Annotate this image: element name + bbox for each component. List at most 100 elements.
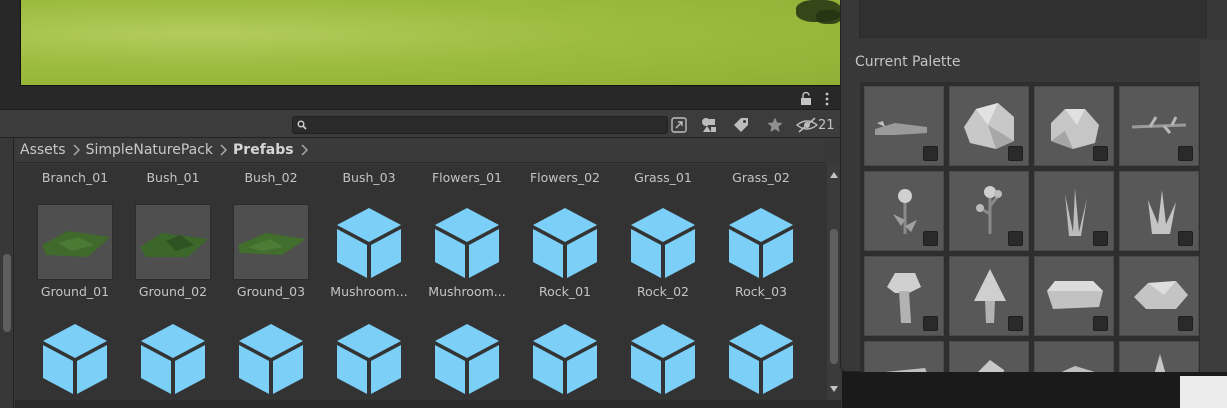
asset-label: Ground_02	[138, 284, 208, 299]
asset-item[interactable]	[516, 322, 614, 396]
asset-label: Mushroom...	[428, 284, 506, 299]
asset-item[interactable]: Ground_02	[124, 204, 222, 299]
asset-label: Branch_01	[41, 170, 109, 185]
palette-item-checkbox[interactable]	[1178, 231, 1193, 246]
scene-ground-plane[interactable]	[20, 0, 841, 86]
folder-tree-panel[interactable]	[0, 138, 14, 408]
asset-item[interactable]: Rock_03	[712, 206, 810, 299]
palette-item-checkbox[interactable]	[1093, 316, 1108, 331]
asset-item[interactable]	[712, 322, 810, 396]
palette-item[interactable]	[864, 341, 944, 372]
asset-item[interactable]: Rock_02	[614, 206, 712, 299]
asset-item[interactable]	[26, 322, 124, 396]
hidden-packages-button[interactable]	[796, 114, 818, 136]
palette-item[interactable]	[1119, 171, 1199, 251]
lock-icon[interactable]	[800, 92, 812, 105]
ground-thumbnail	[37, 204, 113, 280]
folder-tree-scrollbar[interactable]	[3, 254, 11, 332]
breadcrumb-simplenaturepack[interactable]: SimpleNaturePack	[86, 142, 213, 158]
prefab-cube-icon	[337, 208, 401, 278]
asset-label: Rock_02	[636, 284, 690, 299]
background-window-area	[1180, 376, 1227, 408]
palette-item[interactable]	[1034, 86, 1114, 166]
palette-item-checkbox[interactable]	[1093, 231, 1108, 246]
palette-item-checkbox[interactable]	[923, 316, 938, 331]
palette-item[interactable]	[1034, 341, 1114, 372]
asset-item[interactable]: Bush_02	[222, 170, 320, 185]
palette-item[interactable]	[1119, 256, 1199, 336]
ground-thumbnail	[233, 204, 309, 280]
asset-item[interactable]: Mushroom...	[320, 206, 418, 299]
asset-item[interactable]: Bush_03	[320, 170, 418, 185]
breadcrumb-prefabs[interactable]: Prefabs	[233, 142, 294, 158]
object-picker-button[interactable]	[668, 114, 690, 136]
palette-item[interactable]	[1034, 171, 1114, 251]
asset-label: Ground_01	[40, 284, 110, 299]
scene-view[interactable]	[0, 0, 841, 88]
asset-item[interactable]	[418, 322, 516, 396]
palette-item-checkbox[interactable]	[1093, 146, 1108, 161]
tree-model-thumbnail	[1154, 354, 1166, 372]
palette-item[interactable]	[1034, 256, 1114, 336]
prefab-cube-icon	[435, 324, 499, 394]
breadcrumb-assets[interactable]: Assets	[20, 142, 66, 158]
asset-item[interactable]: Mushroom...	[418, 206, 516, 299]
prefab-cube-icon	[729, 208, 793, 278]
arrow-down-icon[interactable]	[830, 386, 838, 392]
prefab-cube-icon	[631, 208, 695, 278]
palette-panel: Current Palette	[840, 0, 1227, 372]
palette-item-checkbox[interactable]	[1008, 231, 1023, 246]
palette-item[interactable]	[949, 256, 1029, 336]
favorites-button[interactable]	[764, 114, 786, 136]
palette-panel-edge	[1200, 40, 1227, 372]
palette-item-checkbox[interactable]	[1178, 146, 1193, 161]
asset-item[interactable]: Grass_02	[712, 170, 810, 185]
asset-grid-scrollbar[interactable]	[827, 164, 841, 400]
arrow-up-icon[interactable]	[830, 172, 838, 178]
chevron-right-icon[interactable]	[300, 144, 308, 156]
background-window-area	[842, 372, 1227, 408]
filter-by-label-button[interactable]	[730, 114, 752, 136]
asset-item[interactable]	[222, 322, 320, 396]
palette-item[interactable]	[864, 171, 944, 251]
search-input[interactable]	[311, 117, 661, 133]
asset-grid-scroll-thumb[interactable]	[830, 229, 838, 364]
chevron-right-icon	[220, 144, 228, 156]
asset-item[interactable]	[320, 322, 418, 396]
palette-item-checkbox[interactable]	[1008, 316, 1023, 331]
search-field[interactable]	[292, 116, 668, 134]
palette-item-checkbox[interactable]	[923, 146, 938, 161]
asset-item[interactable]	[614, 322, 712, 396]
asset-item[interactable]: Ground_03	[222, 204, 320, 299]
palette-item-checkbox[interactable]	[1178, 316, 1193, 331]
filter-by-type-button[interactable]	[698, 114, 720, 136]
project-toolbar: 21	[0, 110, 842, 138]
palette-item[interactable]	[949, 341, 1029, 372]
palette-item[interactable]	[1119, 341, 1199, 372]
asset-item[interactable]: Flowers_01	[418, 170, 516, 185]
asset-label: Grass_02	[732, 170, 790, 185]
asset-item[interactable]: Rock_01	[516, 206, 614, 299]
asset-item[interactable]: Grass_01	[614, 170, 712, 185]
menu-icon[interactable]	[824, 92, 830, 106]
hidden-packages-count: 21	[818, 118, 835, 133]
prefab-cube-icon	[533, 324, 597, 394]
ground-thumbnail	[135, 204, 211, 280]
asset-item[interactable]: Flowers_02	[516, 170, 614, 185]
palette-item-checkbox[interactable]	[923, 231, 938, 246]
asset-item[interactable]	[124, 322, 222, 396]
palette-item-checkbox[interactable]	[1008, 146, 1023, 161]
filter-type-icon	[702, 118, 716, 132]
palette-item[interactable]	[949, 86, 1029, 166]
palette-item[interactable]	[949, 171, 1029, 251]
asset-item[interactable]: Bush_01	[124, 170, 222, 185]
palette-item[interactable]	[864, 256, 944, 336]
palette-item[interactable]	[1119, 86, 1199, 166]
asset-label: Flowers_01	[431, 170, 503, 185]
asset-item[interactable]: Branch_01	[26, 170, 124, 185]
asset-item[interactable]: Ground_01	[26, 204, 124, 299]
label-icon	[734, 118, 748, 132]
palette-item[interactable]	[864, 86, 944, 166]
chevron-right-icon	[73, 144, 80, 156]
prefab-cube-icon	[729, 324, 793, 394]
